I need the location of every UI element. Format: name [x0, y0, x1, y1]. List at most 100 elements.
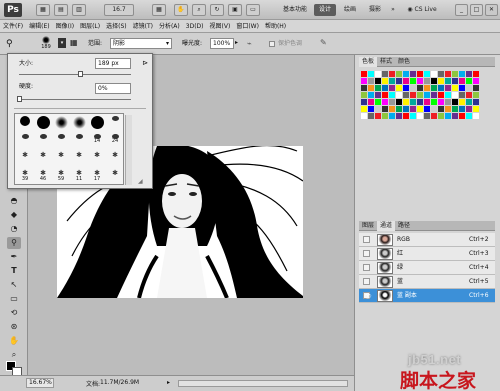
- color-swatch[interactable]: [382, 99, 388, 105]
- view-extras-button[interactable]: ▥: [72, 4, 86, 16]
- visibility-eye-icon[interactable]: [363, 278, 370, 285]
- brush-preset[interactable]: ✱: [16, 151, 34, 169]
- brush-preset[interactable]: ✱: [70, 151, 88, 169]
- screen-arrange-button[interactable]: ▦: [152, 4, 166, 16]
- workspace-more-button[interactable]: »: [388, 4, 398, 16]
- color-swatch[interactable]: [466, 71, 472, 77]
- color-swatch[interactable]: [361, 113, 367, 119]
- burn-tool-preset-icon[interactable]: ⚲: [6, 38, 22, 50]
- color-swatch[interactable]: [375, 113, 381, 119]
- color-swatch[interactable]: [410, 92, 416, 98]
- type-tool-icon[interactable]: T: [7, 265, 21, 277]
- color-swatch[interactable]: [368, 85, 374, 91]
- color-swatch[interactable]: [375, 92, 381, 98]
- color-swatch[interactable]: [466, 78, 472, 84]
- color-swatch[interactable]: [382, 71, 388, 77]
- color-swatch[interactable]: [417, 78, 423, 84]
- tab-swatches[interactable]: 色板: [359, 57, 378, 67]
- color-swatch[interactable]: [389, 71, 395, 77]
- color-swatch[interactable]: [368, 113, 374, 119]
- dodge-tool-icon[interactable]: ◔: [7, 223, 21, 235]
- channel-row[interactable]: RGB Ctrl+2: [359, 233, 495, 247]
- color-swatch[interactable]: [403, 92, 409, 98]
- color-swatch[interactable]: [445, 78, 451, 84]
- color-swatch[interactable]: [410, 113, 416, 119]
- color-swatch[interactable]: [473, 92, 479, 98]
- color-swatch[interactable]: [473, 71, 479, 77]
- color-swatch[interactable]: [424, 85, 430, 91]
- color-swatch[interactable]: [438, 106, 444, 112]
- color-swatch[interactable]: [459, 99, 465, 105]
- color-swatch[interactable]: [417, 71, 423, 77]
- color-swatch[interactable]: [452, 85, 458, 91]
- zoom-tool-icon[interactable]: ⌕: [7, 349, 21, 361]
- color-swatch[interactable]: [431, 78, 437, 84]
- color-swatch[interactable]: [375, 71, 381, 77]
- color-swatch[interactable]: [466, 92, 472, 98]
- color-swatch[interactable]: [424, 92, 430, 98]
- color-swatch[interactable]: [361, 106, 367, 112]
- color-swatch[interactable]: [473, 78, 479, 84]
- color-swatch[interactable]: [410, 85, 416, 91]
- color-swatch[interactable]: [438, 78, 444, 84]
- burn-tool-icon[interactable]: ⚲: [7, 237, 21, 249]
- resize-grip-icon[interactable]: ◢: [138, 178, 146, 186]
- airbrush-icon[interactable]: ⌁: [247, 38, 259, 50]
- brush-preset[interactable]: ✱ 17: [88, 169, 106, 187]
- color-swatch[interactable]: [438, 92, 444, 98]
- color-swatch[interactable]: [403, 71, 409, 77]
- color-swatch[interactable]: [438, 71, 444, 77]
- color-swatch[interactable]: [410, 78, 416, 84]
- brush-preset[interactable]: [16, 133, 34, 151]
- color-swatch[interactable]: [410, 71, 416, 77]
- brush-preset[interactable]: [52, 133, 70, 151]
- color-swatch[interactable]: [473, 99, 479, 105]
- color-swatch[interactable]: [452, 78, 458, 84]
- visibility-eye-icon[interactable]: 👁: [363, 292, 372, 300]
- color-swatch[interactable]: [473, 113, 479, 119]
- color-swatch[interactable]: [396, 113, 402, 119]
- color-swatch[interactable]: [452, 71, 458, 77]
- zoom-tool-button[interactable]: ⌕: [192, 4, 206, 16]
- cs-live-button[interactable]: ◉ CS Live: [404, 4, 440, 16]
- color-swatch[interactable]: [473, 106, 479, 112]
- menu-help[interactable]: 帮助(H): [262, 20, 289, 33]
- color-swatch[interactable]: [424, 78, 430, 84]
- screen-mode-button[interactable]: ▭: [246, 4, 260, 16]
- color-swatch[interactable]: [417, 99, 423, 105]
- color-swatch[interactable]: [396, 78, 402, 84]
- brush-preset[interactable]: [106, 115, 124, 133]
- color-swatch[interactable]: [368, 92, 374, 98]
- color-swatch[interactable]: [410, 106, 416, 112]
- menu-3d[interactable]: 3D(D): [183, 20, 207, 33]
- brush-picker-arrow[interactable]: ▾: [58, 38, 66, 48]
- color-swatch[interactable]: [431, 71, 437, 77]
- color-swatch[interactable]: [452, 113, 458, 119]
- color-swatch[interactable]: [417, 85, 423, 91]
- color-swatch[interactable]: [375, 85, 381, 91]
- color-swatch[interactable]: [396, 99, 402, 105]
- menu-filter[interactable]: 滤镜(T): [130, 20, 156, 33]
- color-swatch[interactable]: [396, 71, 402, 77]
- workspace-design[interactable]: 设计: [314, 4, 336, 16]
- channel-row[interactable]: 绿 Ctrl+4: [359, 261, 495, 275]
- pen-tool-icon[interactable]: ✒: [7, 251, 21, 263]
- brush-preset[interactable]: ✱ 59: [52, 169, 70, 187]
- color-swatch[interactable]: [466, 85, 472, 91]
- menu-image[interactable]: 图像(I): [53, 20, 77, 33]
- color-swatch[interactable]: [459, 78, 465, 84]
- color-swatch[interactable]: [417, 92, 423, 98]
- brush-preset[interactable]: ✱ 11: [70, 169, 88, 187]
- color-swatch[interactable]: [375, 106, 381, 112]
- size-slider[interactable]: [19, 74, 131, 75]
- color-swatch[interactable]: [361, 99, 367, 105]
- tab-channels[interactable]: 通道: [377, 221, 396, 231]
- brush-preset[interactable]: [52, 115, 70, 133]
- color-swatch[interactable]: [438, 85, 444, 91]
- horizontal-scrollbar[interactable]: [178, 380, 348, 387]
- color-swatch[interactable]: [466, 99, 472, 105]
- color-swatch[interactable]: [466, 113, 472, 119]
- brush-preset[interactable]: [88, 115, 106, 133]
- brush-preset[interactable]: ✱ 46: [34, 169, 52, 187]
- color-swatch[interactable]: [431, 92, 437, 98]
